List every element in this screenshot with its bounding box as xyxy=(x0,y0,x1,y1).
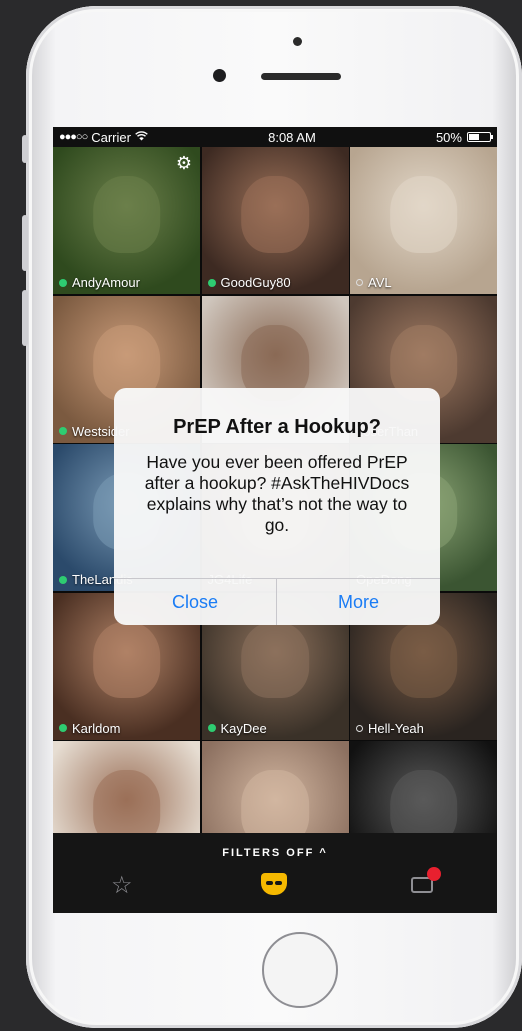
filters-toggle[interactable]: FILTERS OFF ^ xyxy=(53,847,497,859)
more-button[interactable]: More xyxy=(277,579,440,625)
volume-up-button[interactable] xyxy=(22,215,28,271)
earpiece-speaker xyxy=(261,73,341,80)
wifi-icon xyxy=(135,130,148,144)
profile-name: Karldom xyxy=(59,721,120,736)
profile-name-text: Hell-Yeah xyxy=(368,720,424,736)
online-indicator xyxy=(207,278,216,287)
alert-message: Have you ever been offered PrEP after a … xyxy=(144,452,410,535)
profile-photo xyxy=(389,176,458,253)
home-button[interactable] xyxy=(262,932,338,1008)
profile-name: Hell-Yeah xyxy=(356,721,424,736)
profile-photo xyxy=(92,176,161,253)
profile-name: GoodGuy80 xyxy=(207,275,291,290)
profile-name: AVL xyxy=(356,275,392,290)
carrier-name: Carrier xyxy=(91,129,131,145)
alert-dialog: PrEP After a Hookup? Have you ever been … xyxy=(114,388,440,625)
profile-name-text: AndyAmour xyxy=(72,275,140,290)
offline-indicator xyxy=(356,279,363,286)
online-indicator xyxy=(59,575,67,584)
front-camera xyxy=(213,69,226,82)
profile-photo xyxy=(241,621,309,699)
battery-percent: 50% xyxy=(435,129,462,145)
profile-tile[interactable]: GoodGuy80 xyxy=(201,147,349,294)
profile-tile[interactable]: AVL xyxy=(350,147,497,294)
gear-icon[interactable]: ⚙ xyxy=(176,153,192,174)
volume-down-button[interactable] xyxy=(22,290,28,346)
online-indicator xyxy=(59,278,67,287)
clock: 8:08 AM xyxy=(268,129,316,145)
profile-name-text: Karldom xyxy=(72,720,121,736)
signal-strength: ●●●○○ xyxy=(59,131,88,143)
profile-name-text: KayDee xyxy=(220,720,267,736)
online-indicator xyxy=(59,724,67,732)
online-indicator xyxy=(207,724,216,732)
grindr-mask-icon[interactable] xyxy=(261,873,287,895)
online-indicator xyxy=(59,427,67,435)
star-icon[interactable]: ☆ xyxy=(111,871,133,900)
mute-switch[interactable] xyxy=(22,135,28,163)
profile-tile[interactable]: ⚙ AndyAmour xyxy=(53,147,200,294)
profile-name: AndyAmour xyxy=(59,275,140,290)
app-screen: ●●●○○ Carrier 8:08 AM 50% ⚙ AndyAmour Good… xyxy=(53,127,497,913)
notification-badge xyxy=(427,867,441,881)
alert-title: PrEP After a Hookup? xyxy=(173,416,381,438)
close-button[interactable]: Close xyxy=(114,579,277,625)
profile-photo xyxy=(389,621,458,699)
battery-icon xyxy=(466,132,493,142)
offline-indicator xyxy=(356,724,363,732)
profile-name-text: AVL xyxy=(368,275,392,290)
proximity-sensor xyxy=(293,37,302,46)
bottom-tab-bar: FILTERS OFF ^ ☆ xyxy=(53,833,497,913)
profile-name: KayDee xyxy=(207,720,267,736)
profile-photo xyxy=(92,621,161,699)
status-bar: ●●●○○ Carrier 8:08 AM 50% xyxy=(53,127,497,147)
profile-name-text: GoodGuy80 xyxy=(220,275,291,290)
profile-photo xyxy=(241,176,309,253)
